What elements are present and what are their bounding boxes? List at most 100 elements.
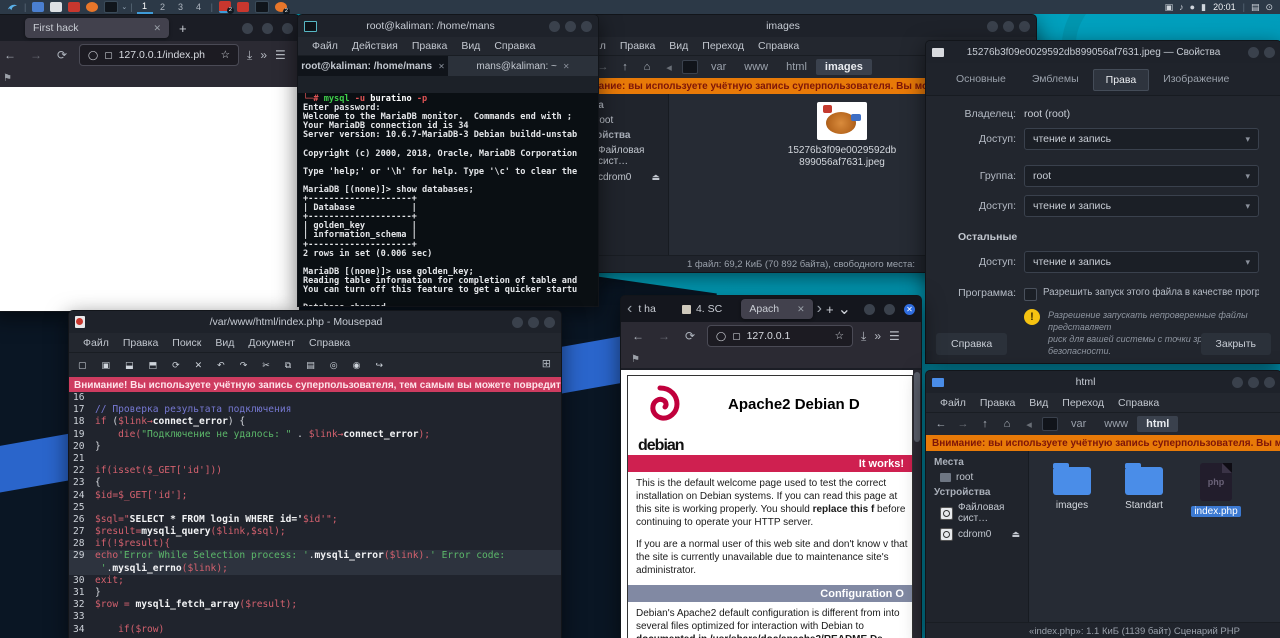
maximize-button[interactable] — [565, 21, 576, 32]
file-item-index-php[interactable]: php index.php — [1189, 463, 1243, 517]
eject-icon[interactable]: ⏏ — [651, 172, 660, 183]
toolbar-icon[interactable]: ▢ — [78, 360, 87, 371]
title-bar[interactable]: /var/www/html/index.php - Mousepad — [69, 311, 561, 333]
launcher-mousepad-icon[interactable] — [68, 2, 80, 12]
menu-item[interactable]: Вид — [663, 39, 694, 53]
download-icon[interactable]: ⤓ — [247, 48, 252, 63]
menu-item[interactable]: Справка — [488, 39, 541, 53]
close-button[interactable] — [1264, 47, 1275, 58]
close-button[interactable] — [544, 317, 555, 328]
sidebar-item-root[interactable]: root — [926, 470, 1028, 485]
back-icon[interactable]: ← — [1, 48, 19, 62]
tab-scroll-right-icon[interactable]: › — [817, 300, 822, 318]
scrollbar[interactable] — [913, 370, 921, 638]
tab-sql[interactable]: 4. SC — [674, 299, 737, 319]
toolbar-icon[interactable]: ◎ — [330, 360, 338, 371]
group-select[interactable]: root ▾ — [1024, 165, 1259, 187]
menu-item[interactable]: Правка — [974, 396, 1021, 410]
launcher-firefox-icon[interactable] — [86, 2, 98, 12]
breadcrumb-item[interactable]: var — [702, 59, 735, 75]
file-item-standart-folder[interactable]: Standart — [1117, 463, 1171, 517]
tab-permissions[interactable]: Права — [1093, 69, 1150, 91]
tab-partial[interactable]: t ha — [636, 299, 670, 319]
launcher-terminal-icon[interactable] — [104, 1, 118, 13]
overflow-icon[interactable]: » — [260, 48, 267, 62]
title-bar[interactable]: images — [566, 15, 1036, 37]
toolbar-icon[interactable]: ↷ — [240, 360, 248, 371]
minimize-button[interactable] — [864, 304, 875, 315]
launcher-caret-icon[interactable]: ⌄ — [121, 3, 127, 11]
back-icon[interactable]: ← — [932, 418, 950, 430]
kali-menu-icon[interactable] — [7, 2, 18, 13]
minimize-button[interactable] — [1232, 377, 1243, 388]
tab-close-icon[interactable]: ✕ — [438, 62, 445, 71]
code-editor[interactable]: 1617// Проверка результата подключения18… — [69, 392, 561, 638]
clock[interactable]: 20:01 — [1213, 2, 1236, 12]
download-icon[interactable]: ⤓ — [861, 329, 866, 344]
url-bar[interactable]: ◯ ▢ 127.0.0.1/index.ph ☆ — [79, 44, 239, 66]
minimize-button[interactable] — [549, 21, 560, 32]
new-tab-button[interactable]: + — [179, 21, 187, 36]
back-icon[interactable]: ← — [629, 329, 647, 343]
close-button[interactable] — [1264, 377, 1275, 388]
menu-item[interactable]: Вид — [455, 39, 486, 53]
maximize-button[interactable] — [1248, 377, 1259, 388]
terminal-tab-root[interactable]: root@kaliman: /home/mans ✕ — [298, 56, 448, 76]
toolbar-icon[interactable]: ⬓ — [125, 360, 134, 371]
menu-item[interactable]: Справка — [1112, 396, 1165, 410]
toolbar-icon[interactable]: ⧉ — [285, 360, 291, 371]
maximize-button[interactable] — [1003, 21, 1014, 32]
apache-page[interactable]: debian Apache2 Debian D It works! This i… — [621, 370, 913, 638]
toolbar-icon[interactable]: ✕ — [195, 360, 203, 371]
toolbar-icon[interactable]: ◉ — [353, 360, 361, 371]
tab-close-icon[interactable]: ✕ — [153, 23, 161, 34]
tab-first-hack[interactable]: First hack ✕ — [25, 18, 169, 38]
minimize-button[interactable] — [242, 23, 253, 34]
close-button[interactable]: ✕ — [904, 304, 915, 315]
title-bar[interactable]: 15276b3f09e0029592db899056af7631.jpeg — … — [926, 41, 1280, 63]
minimize-button[interactable] — [512, 317, 523, 328]
launcher-editor-icon[interactable] — [50, 2, 62, 12]
toolbar-icon[interactable]: ⬒ — [149, 360, 158, 371]
terminal-tab-mans[interactable]: mans@kaliman: ~ ✕ — [448, 56, 598, 76]
breadcrumb-item[interactable]: www — [735, 59, 777, 75]
tab-scroll-left-icon[interactable]: ‹ — [627, 300, 632, 318]
close-button[interactable] — [282, 23, 293, 34]
reload-icon[interactable]: ⟳ — [681, 329, 699, 343]
others-access-select[interactable]: чтение и запись ▾ — [1024, 251, 1259, 273]
forward-icon[interactable]: → — [954, 418, 972, 430]
maximize-button[interactable] — [528, 317, 539, 328]
taskbar-terminal-icon[interactable] — [255, 1, 269, 13]
toolbar-icon[interactable]: ▮ — [1201, 2, 1206, 12]
toolbar-icon[interactable]: ↪ — [375, 360, 383, 371]
tab-close-icon[interactable]: ✕ — [797, 304, 805, 315]
group-access-select[interactable]: чтение и запись ▾ — [1024, 195, 1259, 217]
workspace-3[interactable]: 3 — [173, 2, 189, 13]
breadcrumb-item[interactable]: html — [777, 59, 816, 75]
checkbox-label[interactable]: Разрешить запуск этого файла в качестве … — [1043, 287, 1259, 298]
help-button[interactable]: Справка — [936, 333, 1007, 355]
forward-icon[interactable]: → — [27, 48, 45, 62]
fullscreen-icon[interactable]: ⊞ — [542, 357, 551, 370]
scrollbar-thumb[interactable] — [914, 372, 920, 442]
breadcrumb-item[interactable]: html — [1137, 416, 1178, 432]
url-bar[interactable]: ◯ ▢ 127.0.0.1 ☆ — [707, 325, 853, 347]
workspace-1[interactable]: 1 — [137, 1, 153, 14]
toolbar-icon[interactable]: ▤ — [306, 360, 315, 371]
bookmark-star-icon[interactable]: ☆ — [835, 330, 844, 342]
title-bar[interactable]: root@kaliman: /home/mans — [298, 15, 598, 37]
file-item-jpeg[interactable]: 15276b3f09e0029592db899056af7631.jpeg — [787, 102, 897, 169]
file-item-images-folder[interactable]: images — [1045, 463, 1099, 517]
path-scroll-icon[interactable]: ◂ — [660, 61, 678, 74]
close-button[interactable] — [1019, 21, 1030, 32]
filesystem-icon[interactable] — [1042, 417, 1058, 431]
menu-item[interactable]: Вид — [209, 336, 240, 350]
reload-icon[interactable]: ⟳ — [53, 48, 71, 62]
breadcrumb-item[interactable]: var — [1062, 416, 1095, 432]
menu-item[interactable]: Переход — [696, 39, 750, 53]
breadcrumb-item[interactable]: www — [1095, 416, 1137, 432]
terminal-output[interactable]: └─# mysql -u buratino -pEnter password: … — [298, 93, 598, 306]
home-icon[interactable]: ⌂ — [638, 61, 656, 73]
toolbar-icon[interactable]: ▣ — [102, 360, 111, 371]
tab-list-icon[interactable]: ⌄ — [838, 299, 851, 319]
